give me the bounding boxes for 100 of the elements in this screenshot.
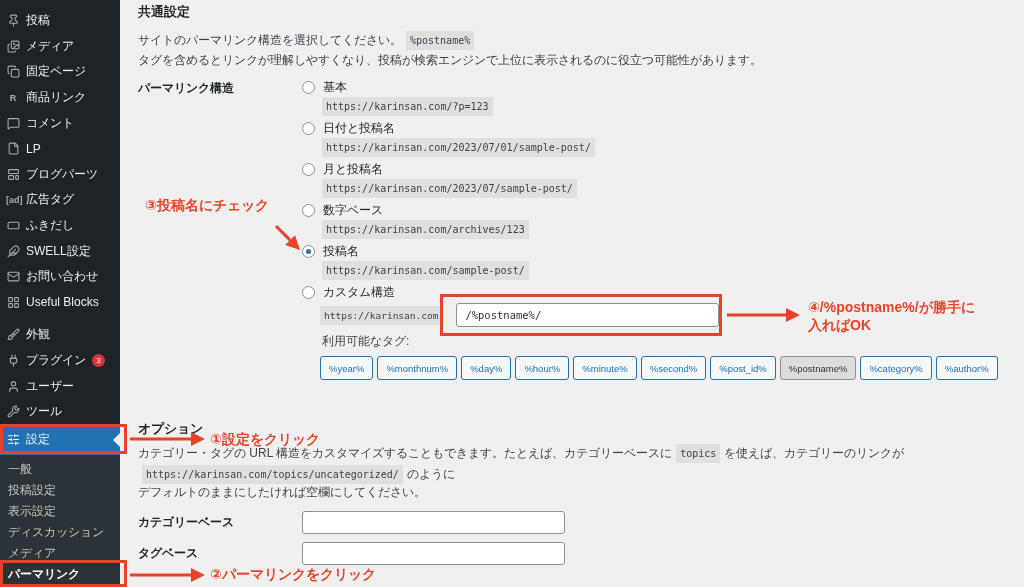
tag-button[interactable]: %day% bbox=[461, 356, 512, 380]
submenu-item[interactable]: パーマリンク bbox=[0, 563, 120, 585]
description-text: を使えば、カテゴリーのリンクが bbox=[724, 445, 905, 462]
radio-button[interactable] bbox=[302, 285, 315, 299]
tags-label: 利用可能なタグ: bbox=[322, 333, 410, 350]
sidebar-item[interactable]: ツール bbox=[0, 398, 120, 425]
menu-icon bbox=[6, 39, 20, 53]
submenu-item[interactable]: 表示設定 bbox=[0, 500, 120, 522]
sidebar-item[interactable]: お問い合わせ bbox=[0, 263, 120, 290]
url-example: https://karinsan.com/archives/123 bbox=[322, 220, 529, 239]
menu-label: メディア bbox=[26, 37, 74, 55]
sidebar-item[interactable]: R 商品リンク bbox=[0, 84, 120, 111]
description-text: タグを含めるとリンクが理解しやすくなり、投稿が検索エンジンで上位に表示されるのに役立つ可能性があります。 bbox=[138, 52, 762, 69]
description-text: のように bbox=[406, 466, 455, 483]
structure-input[interactable]: /%postname%/ bbox=[456, 303, 720, 327]
sidebar-item[interactable]: [ad] 広告タグ bbox=[0, 187, 120, 213]
option-label: 月と投稿名 bbox=[323, 160, 383, 178]
menu-label: 外観 bbox=[26, 326, 50, 344]
field-label: カテゴリーベース bbox=[138, 514, 235, 531]
option-label: 日付と投稿名 bbox=[323, 119, 395, 137]
sidebar-item[interactable]: 外観 bbox=[0, 322, 120, 348]
menu-label: コメント bbox=[26, 114, 74, 132]
menu-icon bbox=[6, 65, 20, 79]
sidebar-item[interactable]: プラグイン 3 bbox=[0, 347, 120, 374]
arrow bbox=[274, 224, 300, 250]
url-example: https://karinsan.com/?p=123 bbox=[322, 97, 493, 116]
submenu-item[interactable]: ディスカッション bbox=[0, 521, 120, 543]
radio-button[interactable] bbox=[302, 162, 315, 176]
sidebar-item[interactable]: Useful Blocks bbox=[0, 289, 120, 316]
url-prefix: https://karinsan.com bbox=[320, 305, 443, 325]
sidebar-item[interactable]: 投稿 bbox=[0, 8, 120, 34]
sidebar-item[interactable]: 固定ページ bbox=[0, 59, 120, 85]
field-label: タグベース bbox=[138, 545, 199, 562]
field-label: パーマリンク構造 bbox=[138, 80, 235, 97]
menu-icon: [ad] bbox=[6, 194, 20, 205]
tag-button[interactable]: %second% bbox=[640, 356, 707, 380]
sidebar-item[interactable]: コメント bbox=[0, 110, 120, 136]
option-label: 投稿名 bbox=[323, 242, 359, 260]
submenu-item[interactable]: 投稿設定 bbox=[0, 479, 120, 501]
menu-label: SWELL設定 bbox=[26, 242, 91, 260]
menu-icon bbox=[6, 405, 20, 419]
menu-label: 固定ページ bbox=[26, 63, 86, 81]
menu-icon bbox=[6, 244, 20, 258]
description-text: カテゴリー・タグの URL 構造をカスタマイズすることもできます。たとえば、カテゴリーベースに bbox=[138, 446, 673, 462]
menu-icon bbox=[6, 433, 20, 446]
menu-icon bbox=[6, 379, 20, 393]
annotation-text: ①設定をクリック bbox=[210, 430, 320, 448]
url-example: https://karinsan.com/2023/07/sample-post/ bbox=[322, 179, 577, 198]
description-text: デフォルトのままにしたければ空欄にしてください。 bbox=[138, 484, 426, 501]
radio-button[interactable] bbox=[302, 244, 315, 258]
radio-button[interactable] bbox=[302, 80, 315, 94]
annotation-text: ④/%postname%/が勝手に 入ればOK bbox=[808, 298, 975, 334]
option-label: カスタム構造 bbox=[323, 283, 395, 301]
code-snippet: topics bbox=[676, 444, 721, 463]
code-snippet: %postname% bbox=[406, 31, 475, 50]
menu-icon bbox=[6, 328, 20, 342]
menu-label: 商品リンク bbox=[26, 89, 86, 107]
menu-label: ふきだし bbox=[26, 217, 74, 235]
menu-label: ツール bbox=[26, 403, 62, 421]
sidebar-item[interactable]: ブログパーツ bbox=[0, 161, 120, 188]
radio-button[interactable] bbox=[302, 203, 315, 217]
menu-icon bbox=[6, 14, 20, 28]
menu-label: ブログパーツ bbox=[26, 165, 98, 183]
tag-button[interactable]: %monthnum% bbox=[377, 356, 458, 380]
text-field[interactable] bbox=[302, 511, 565, 534]
submenu-item[interactable]: メディア bbox=[0, 542, 120, 564]
radio-button[interactable] bbox=[302, 121, 315, 135]
sidebar-item[interactable]: ユーザー bbox=[0, 373, 120, 399]
annotation-text: ②パーマリンクをクリック bbox=[210, 565, 376, 583]
tag-button[interactable]: %category% bbox=[860, 356, 932, 380]
sidebar-item[interactable]: LP bbox=[0, 135, 120, 162]
tag-button[interactable]: %author% bbox=[935, 356, 998, 380]
tag-button[interactable]: %post_id% bbox=[710, 356, 776, 380]
menu-icon bbox=[6, 295, 20, 309]
tag-button[interactable]: %hour% bbox=[515, 356, 570, 380]
tag-button[interactable]: %minute% bbox=[573, 356, 637, 380]
menu-label: 設定 bbox=[26, 431, 50, 448]
menu-icon bbox=[6, 167, 20, 181]
code-snippet: https://karinsan.com/topics/uncategorized/ bbox=[142, 465, 403, 484]
option-label: 数字ベース bbox=[323, 201, 383, 219]
menu-icon: R bbox=[6, 92, 20, 103]
menu-icon bbox=[6, 270, 20, 284]
menu-label: プラグイン bbox=[26, 352, 86, 369]
menu-label: LP bbox=[26, 141, 41, 156]
menu-label: お問い合わせ bbox=[26, 268, 98, 286]
sidebar-item[interactable]: ふきだし bbox=[0, 212, 120, 239]
menu-label: 広告タグ bbox=[26, 191, 74, 209]
current-page-pointer bbox=[113, 432, 120, 447]
option-label: 基本 bbox=[323, 78, 347, 96]
menu-icon bbox=[6, 142, 20, 156]
menu-label: 投稿 bbox=[26, 12, 50, 30]
tag-button[interactable]: %year% bbox=[320, 356, 374, 380]
sidebar-item[interactable]: SWELL設定 bbox=[0, 238, 120, 264]
update-count: 3 bbox=[92, 354, 105, 367]
menu-label: ユーザー bbox=[26, 377, 74, 395]
menu-label: Useful Blocks bbox=[26, 295, 99, 310]
submenu-item[interactable]: 一般 bbox=[0, 458, 120, 480]
sidebar-item[interactable]: メディア bbox=[0, 33, 120, 60]
text-field[interactable] bbox=[302, 542, 565, 565]
tag-button[interactable]: %postname% bbox=[779, 356, 857, 380]
